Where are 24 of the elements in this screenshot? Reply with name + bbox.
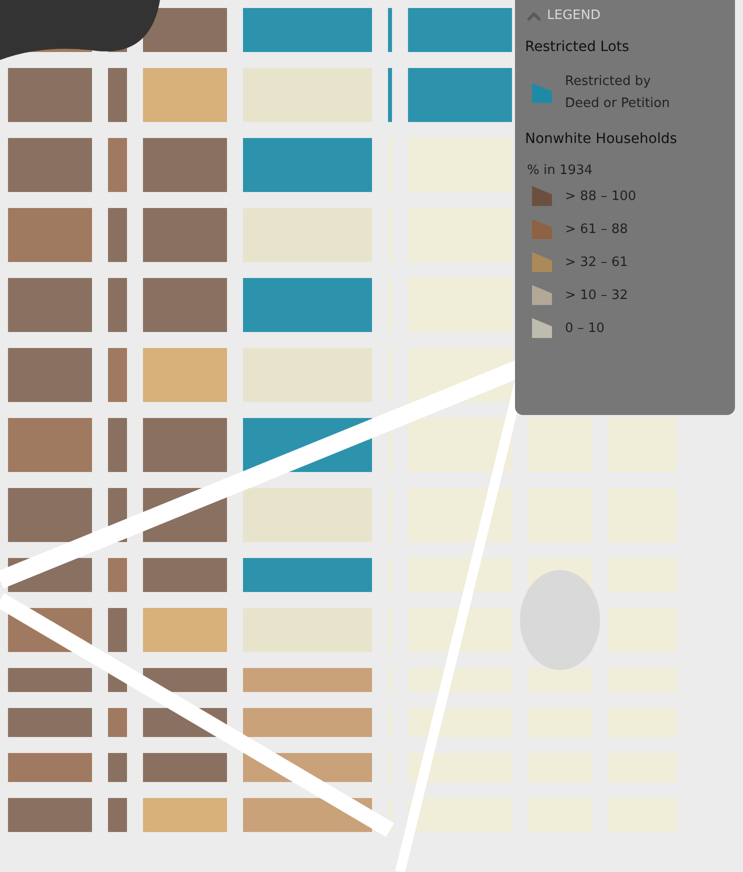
legend-label: Restricted by Deed or Petition bbox=[565, 73, 671, 113]
city-block bbox=[108, 798, 127, 832]
city-block bbox=[108, 558, 127, 592]
legend-heading: Nonwhite Households bbox=[525, 131, 678, 147]
city-block bbox=[108, 418, 127, 472]
legend-title[interactable]: LEGEND bbox=[547, 8, 600, 23]
legend-heading: Restricted Lots bbox=[525, 39, 630, 55]
city-block bbox=[108, 138, 127, 192]
city-block bbox=[108, 348, 127, 402]
city-block bbox=[108, 708, 127, 737]
city-block bbox=[108, 68, 127, 122]
legend-label: 0 – 10 bbox=[565, 320, 605, 336]
city-block bbox=[388, 68, 392, 122]
legend-label: > 88 – 100 bbox=[565, 188, 636, 204]
legend-label: > 10 – 32 bbox=[565, 288, 628, 302]
city-block bbox=[108, 608, 127, 652]
legend-subheading: % in 1934 bbox=[527, 163, 594, 178]
caret-icon[interactable] bbox=[527, 10, 541, 20]
city-block bbox=[108, 278, 127, 332]
legend-label: > 61 – 88 bbox=[565, 222, 628, 236]
city-block bbox=[108, 208, 127, 262]
city-block bbox=[388, 8, 392, 52]
city-block bbox=[108, 753, 127, 782]
legend-label: > 32 – 61 bbox=[565, 254, 628, 270]
